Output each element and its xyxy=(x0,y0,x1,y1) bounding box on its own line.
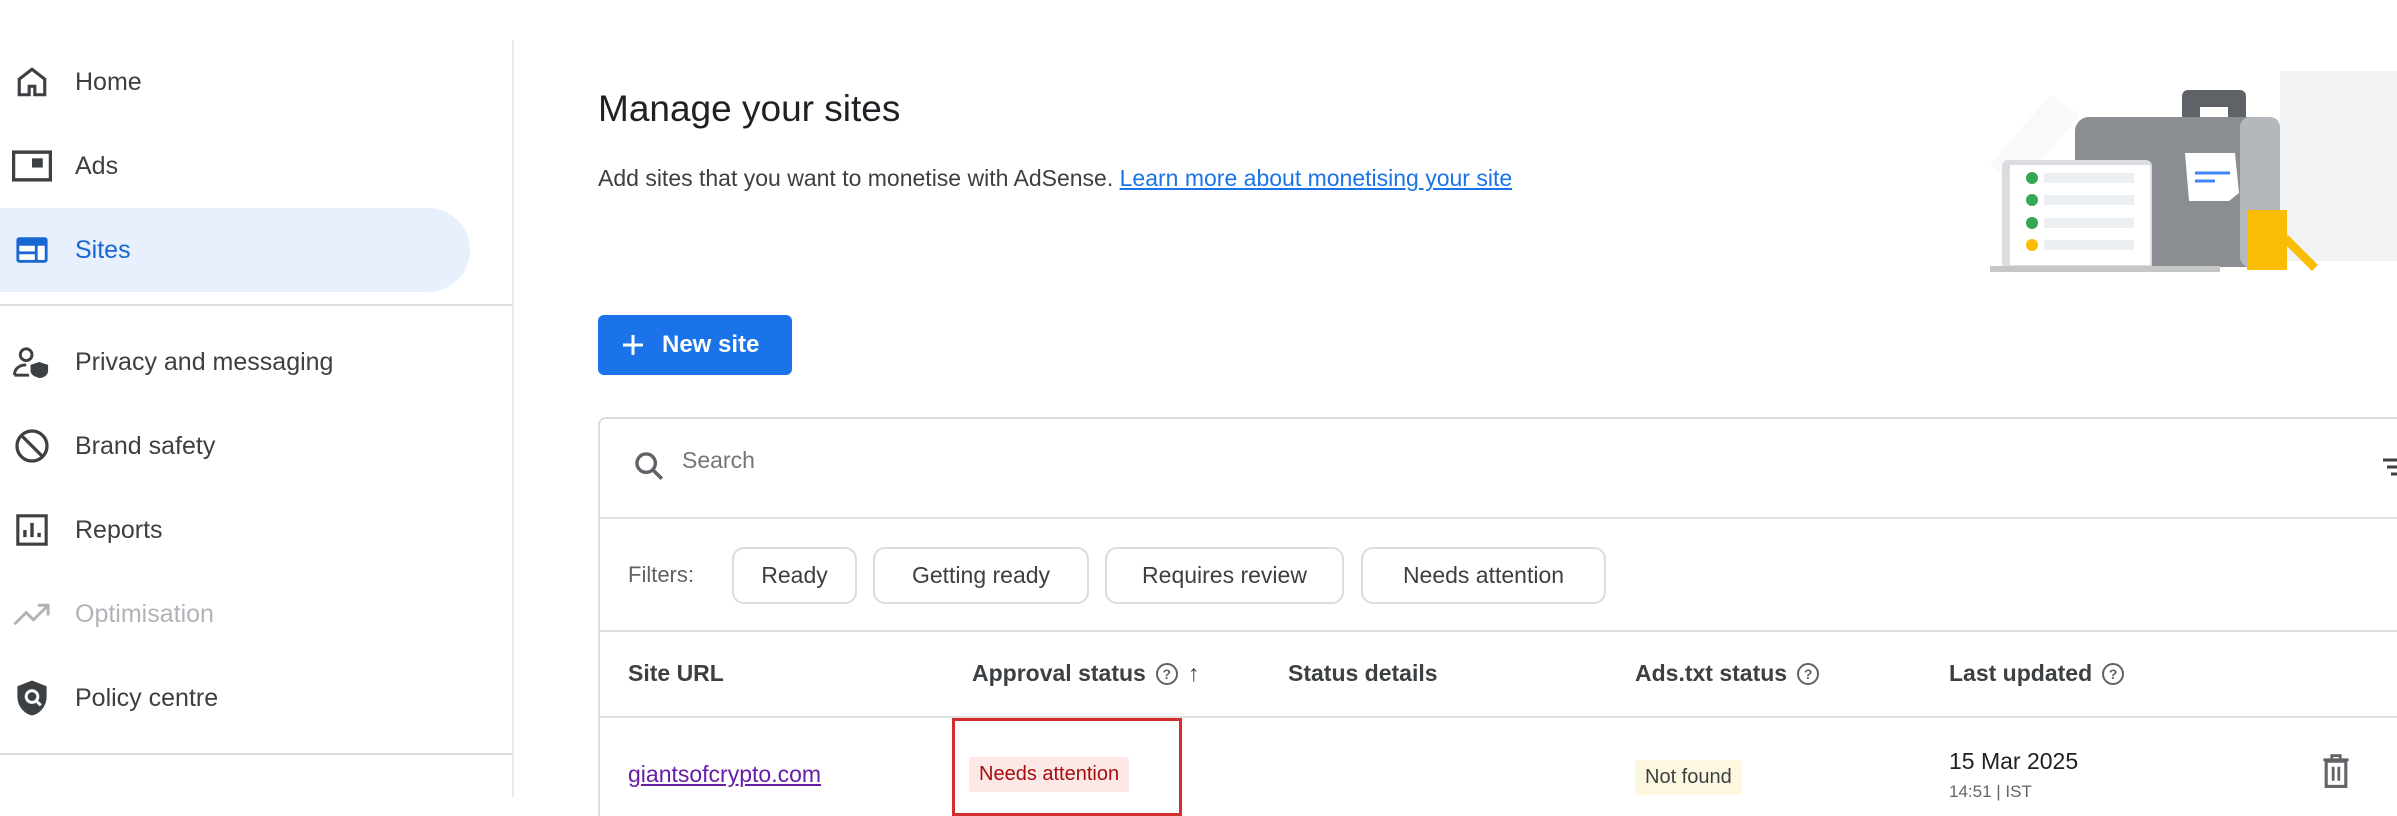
approval-status-badge: Needs attention xyxy=(969,757,1130,792)
page-subtitle: Add sites that you want to monetise with… xyxy=(598,165,1513,191)
column-status-details[interactable]: Status details xyxy=(1288,660,1438,687)
sidebar-item-home[interactable]: Home xyxy=(0,40,470,124)
sidebar-item-optimisation: Optimisation xyxy=(0,572,470,656)
delete-icon[interactable] xyxy=(2322,754,2350,788)
filter-chip-ready[interactable]: Ready xyxy=(732,547,857,604)
sites-table-card: Filters: Ready Getting ready Requires re… xyxy=(598,417,2397,816)
help-icon[interactable]: ? xyxy=(1155,662,1178,685)
column-ads-txt-status[interactable]: Ads.txt status? xyxy=(1635,660,1820,687)
search-icon xyxy=(635,452,664,481)
help-icon[interactable]: ? xyxy=(1797,662,1820,685)
search-input[interactable] xyxy=(682,447,1482,474)
plus-icon xyxy=(623,335,643,355)
column-last-updated[interactable]: Last updated? xyxy=(1949,660,2125,687)
filters-row: Filters: Ready Getting ready Requires re… xyxy=(600,519,2397,632)
main-content: Manage your sites Add sites that you wan… xyxy=(598,0,2397,816)
sidebar-item-brand-safety[interactable]: Brand safety xyxy=(0,404,470,488)
sidebar-divider xyxy=(0,753,512,755)
sidebar-item-ads[interactable]: Ads xyxy=(0,124,470,208)
filter-chip-getting-ready[interactable]: Getting ready xyxy=(873,547,1089,604)
sort-ascending-icon: ↑ xyxy=(1187,660,1200,686)
search-bar xyxy=(600,419,2397,519)
home-icon xyxy=(12,62,52,102)
sidebar-item-reports[interactable]: Reports xyxy=(0,488,470,572)
privacy-icon xyxy=(12,342,52,382)
help-icon[interactable]: ? xyxy=(2102,662,2125,685)
learn-more-link[interactable]: Learn more about monetising your site xyxy=(1120,165,1513,191)
ads-icon xyxy=(12,146,52,186)
block-icon xyxy=(12,426,52,466)
sidebar: Home Ads Sites Privacy and messaging Bra… xyxy=(0,40,514,797)
highlight-box: Needs attention xyxy=(952,718,1182,816)
sidebar-divider xyxy=(0,304,512,306)
filter-icon[interactable] xyxy=(2383,457,2397,479)
page-title: Manage your sites xyxy=(598,88,901,129)
column-approval-status[interactable]: Approval status? ↑ xyxy=(972,660,1199,687)
column-site-url[interactable]: Site URL xyxy=(628,660,724,687)
reports-icon xyxy=(12,510,52,550)
last-updated-date: 15 Mar 2025 xyxy=(1949,748,2079,774)
ads-txt-status-badge: Not found xyxy=(1635,760,1742,795)
policy-icon xyxy=(12,678,52,718)
sites-icon xyxy=(12,230,52,270)
table-row: giantsofcrypto.com Needs attention Not f… xyxy=(600,718,2397,816)
filters-label: Filters: xyxy=(628,562,694,587)
sidebar-item-privacy[interactable]: Privacy and messaging xyxy=(0,320,470,404)
last-updated-time: 14:51 | IST xyxy=(1949,782,2032,801)
filter-chip-requires-review[interactable]: Requires review xyxy=(1105,547,1344,604)
sidebar-item-policy-centre[interactable]: Policy centre xyxy=(0,656,470,740)
sites-illustration xyxy=(1910,55,2397,285)
table-header: Site URL Approval status? ↑ Status detail… xyxy=(600,632,2397,718)
new-site-button[interactable]: New site xyxy=(598,315,792,375)
filter-chip-needs-attention[interactable]: Needs attention xyxy=(1361,547,1606,604)
site-url-link[interactable]: giantsofcrypto.com xyxy=(628,761,821,788)
sidebar-item-sites[interactable]: Sites xyxy=(0,208,470,292)
trending-up-icon xyxy=(12,594,52,634)
